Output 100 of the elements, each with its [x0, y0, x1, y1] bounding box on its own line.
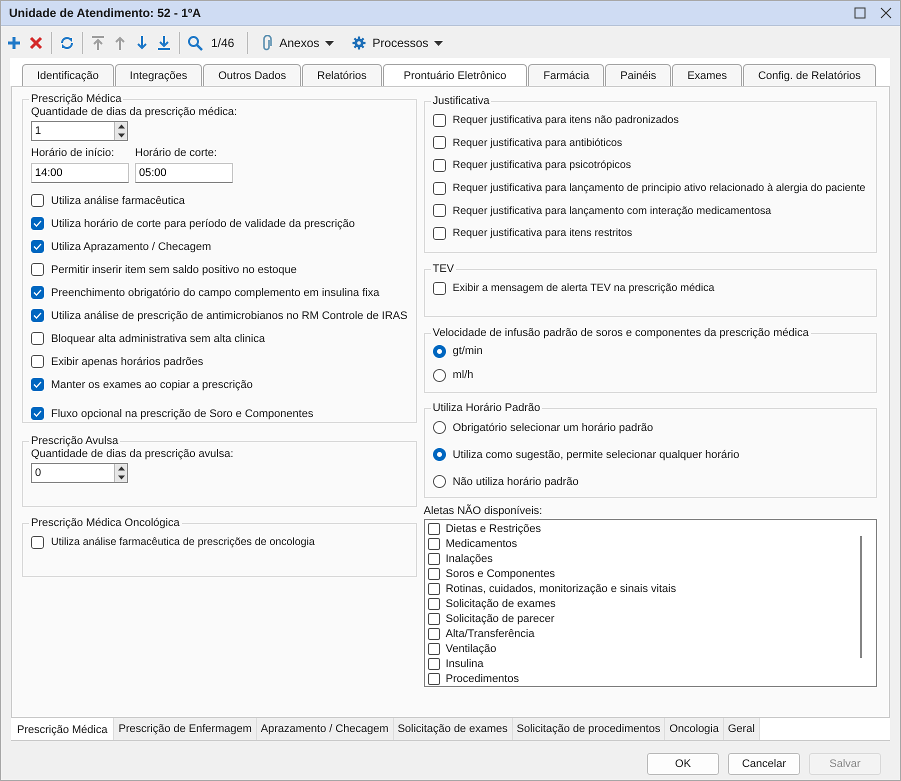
checkbox-label: Utiliza análise farmacêutica de prescrições de oncologia	[51, 536, 315, 548]
tab[interactable]: Prescrição de Enfermagem	[114, 718, 257, 740]
scrollbar[interactable]	[860, 536, 862, 658]
checkbox[interactable]	[31, 217, 44, 230]
list-item-label[interactable]: Procedimentos	[446, 672, 519, 684]
list-item-label[interactable]: Solicitação de exames	[446, 598, 556, 610]
checkbox[interactable]	[31, 536, 44, 549]
group-title: Utiliza Horário Padrão	[432, 402, 542, 414]
radio-label: Não utiliza horário padrão	[452, 476, 579, 488]
maximize-icon[interactable]	[854, 7, 866, 19]
checkbox[interactable]	[31, 355, 44, 368]
caret-icon	[434, 40, 444, 46]
checkbox[interactable]	[31, 263, 44, 276]
spin-down-icon[interactable]	[116, 474, 126, 481]
tab[interactable]: Identificação	[22, 64, 114, 86]
list-item-label[interactable]: Inalações	[446, 552, 493, 564]
checkbox[interactable]	[428, 538, 440, 550]
checkbox[interactable]	[428, 628, 440, 640]
checkbox[interactable]	[31, 194, 44, 207]
number-field[interactable]: 0	[31, 463, 128, 483]
tab[interactable]: Exames	[672, 64, 742, 86]
spin-up-icon[interactable]	[116, 465, 126, 472]
list-item-label[interactable]: Solicitação de parecer	[446, 612, 554, 624]
field-label: Horário de início:	[31, 146, 116, 161]
field-label: Quantidade de dias da prescrição avulsa:	[31, 447, 234, 462]
attachments-menu[interactable]: Anexos	[255, 35, 340, 51]
checkbox[interactable]	[31, 240, 44, 253]
checkbox[interactable]	[432, 136, 446, 150]
window-title: Unidade de Atendimento: 52 - 1ºA	[9, 6, 201, 20]
checkbox[interactable]	[428, 642, 440, 654]
checkbox-label: Utiliza análise farmacêutica	[51, 194, 185, 206]
checkbox[interactable]	[428, 612, 440, 624]
time-field[interactable]: 14:00	[31, 163, 129, 183]
delete-icon[interactable]	[28, 35, 44, 51]
add-icon[interactable]	[6, 35, 22, 51]
list-item-label[interactable]: Alta/Transferência	[446, 628, 534, 640]
list-item-label[interactable]: Soros e Componentes	[446, 568, 556, 580]
checkbox[interactable]	[428, 598, 440, 610]
checkbox[interactable]	[31, 332, 44, 345]
checkbox-label: Utiliza Aprazamento / Checagem	[51, 240, 212, 252]
checkbox[interactable]	[428, 658, 440, 670]
radio-button[interactable]	[432, 475, 446, 488]
checkbox[interactable]	[432, 204, 446, 218]
radio-button[interactable]	[432, 368, 446, 382]
search-icon[interactable]	[187, 35, 203, 51]
checkbox[interactable]	[31, 286, 44, 299]
checkbox[interactable]	[428, 522, 440, 534]
checkbox-label: Manter os exames ao copiar a prescrição	[51, 378, 253, 390]
tab[interactable]: Config. de Relatórios	[743, 64, 876, 86]
record-counter: 1/46	[211, 36, 234, 50]
list-item-label[interactable]: Dietas e Restrições	[446, 522, 541, 534]
tab[interactable]: Farmácia	[528, 64, 604, 86]
checkbox[interactable]	[31, 378, 44, 391]
list-item-label[interactable]: Rotinas, cuidados, monitorização e sinais vitais	[446, 582, 676, 594]
checkbox[interactable]	[428, 672, 440, 684]
spin-up-icon[interactable]	[116, 123, 126, 130]
tab[interactable]: Prontuário Eletrônico	[382, 64, 528, 86]
processes-menu[interactable]: Processos	[346, 36, 450, 50]
list-item-label[interactable]: Ventilação	[446, 642, 496, 654]
tab[interactable]: Solicitação de exames	[394, 718, 513, 740]
radio-button[interactable]	[432, 448, 446, 461]
tab[interactable]: Painéis	[605, 64, 672, 86]
list-item-label[interactable]: Insulina	[446, 658, 484, 670]
tab[interactable]: Geral	[724, 718, 760, 740]
number-field[interactable]: 1	[31, 121, 128, 141]
checkbox[interactable]	[432, 226, 446, 240]
checkbox[interactable]	[428, 568, 440, 580]
checkbox[interactable]	[432, 158, 446, 172]
tab[interactable]: Solicitação de procedimentos	[512, 718, 666, 740]
last-icon[interactable]	[156, 35, 172, 51]
checkbox-label: Requer justificativa para itens restritos	[452, 227, 632, 240]
caret-icon	[325, 40, 334, 46]
tab[interactable]: Integrações	[114, 64, 202, 86]
radio-button[interactable]	[432, 344, 446, 358]
checkbox[interactable]	[432, 114, 446, 127]
list-item-label[interactable]: Medicamentos	[446, 538, 518, 550]
group-title: Prescrição Médica	[30, 93, 122, 105]
tab[interactable]: Outros Dados	[203, 64, 302, 86]
checkbox-label: Exibir a mensagem de alerta TEV na prescrição médica	[452, 282, 714, 294]
cancel-button[interactable]: Cancelar	[728, 752, 800, 774]
gear-icon	[352, 36, 366, 50]
checkbox[interactable]	[428, 552, 440, 564]
radio-button[interactable]	[432, 421, 446, 434]
ok-button[interactable]: OK	[647, 752, 719, 774]
tab[interactable]: Aprazamento / Checagem	[256, 718, 394, 740]
time-field[interactable]: 05:00	[135, 163, 233, 183]
checkbox[interactable]	[432, 282, 446, 295]
spin-down-icon[interactable]	[116, 132, 126, 139]
checkbox-label: Preenchimento obrigatório do campo complemento em insulina fixa	[51, 286, 380, 298]
checkbox-label: Fluxo opcional na prescrição de Soro e Componentes	[51, 408, 314, 420]
tab[interactable]: Oncologia	[665, 718, 724, 740]
close-icon[interactable]	[880, 7, 892, 19]
checkbox-label: Requer justificativa para antibióticos	[452, 136, 622, 149]
checkbox[interactable]	[31, 309, 44, 322]
checkbox[interactable]	[428, 582, 440, 594]
checkbox-label: Requer justificativa para itens não padronizados	[452, 114, 679, 126]
tab[interactable]: Relatórios	[302, 64, 382, 86]
refresh-icon[interactable]	[59, 35, 75, 51]
checkbox[interactable]	[31, 407, 44, 420]
checkbox[interactable]	[432, 182, 446, 195]
